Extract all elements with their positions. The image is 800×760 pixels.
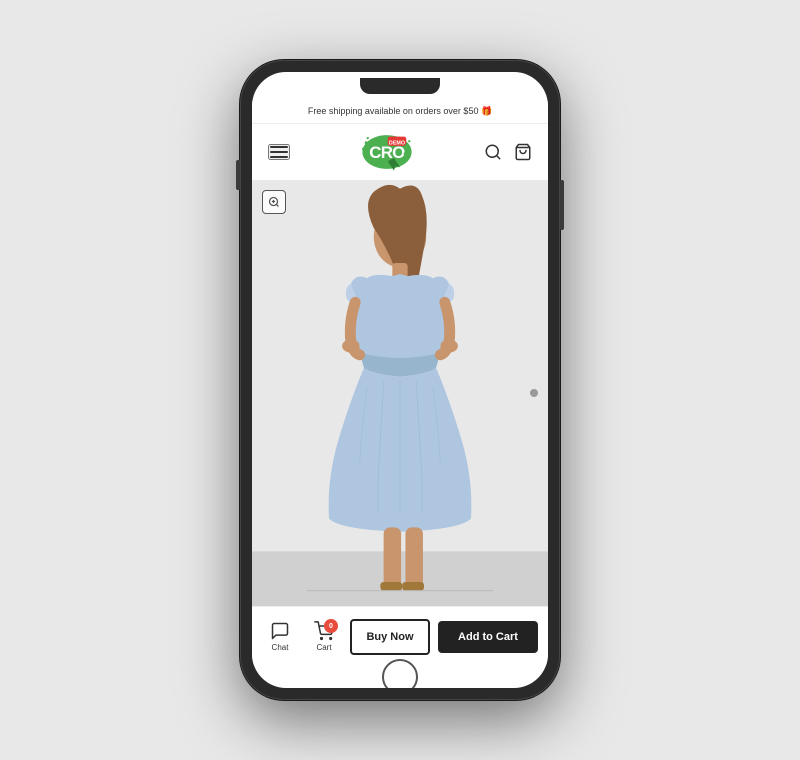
search-button[interactable] <box>484 143 502 161</box>
chat-icon <box>270 621 290 641</box>
screen-content: Free shipping available on orders over $… <box>252 100 548 666</box>
phone-screen: Free shipping available on orders over $… <box>252 72 548 688</box>
add-to-cart-label: Add to Cart <box>458 631 518 643</box>
home-indicator <box>252 666 548 688</box>
home-button[interactable] <box>382 659 418 688</box>
cart-header-icon <box>514 143 532 161</box>
cart-bottom-button[interactable]: 0 Cart <box>306 621 342 652</box>
zoom-button[interactable] <box>262 190 286 214</box>
logo[interactable]: CRO DEMO <box>359 132 415 172</box>
logo-svg: CRO DEMO <box>359 132 415 172</box>
phone-top-bar <box>252 72 548 100</box>
dress-illustration <box>252 180 548 606</box>
chat-label: Chat <box>272 643 289 652</box>
notch <box>360 78 440 94</box>
search-icon <box>484 143 502 161</box>
buy-now-button[interactable]: Buy Now <box>350 619 430 655</box>
hamburger-line-2 <box>270 151 288 153</box>
svg-text:DEMO: DEMO <box>389 140 405 146</box>
phone-frame: Free shipping available on orders over $… <box>240 60 560 700</box>
product-image-area <box>252 180 548 606</box>
hamburger-line-1 <box>270 146 288 148</box>
announcement-bar: Free shipping available on orders over $… <box>252 100 548 124</box>
cart-badge: 0 <box>324 619 338 633</box>
add-to-cart-button[interactable]: Add to Cart <box>438 621 538 653</box>
cart-label: Cart <box>316 643 331 652</box>
hamburger-line-3 <box>270 156 288 158</box>
announcement-text: Free shipping available on orders over $… <box>308 106 492 116</box>
bottom-action-bar: Chat 0 Cart Buy Now Add to Cart <box>252 606 548 666</box>
zoom-icon <box>268 196 280 208</box>
product-image <box>252 180 548 606</box>
buy-now-label: Buy Now <box>366 631 413 643</box>
hamburger-menu[interactable] <box>268 144 290 160</box>
chat-button[interactable]: Chat <box>262 621 298 652</box>
scroll-indicator <box>530 389 538 397</box>
cart-header-button[interactable] <box>514 143 532 161</box>
header: CRO DEMO <box>252 124 548 180</box>
header-icons <box>484 143 532 161</box>
